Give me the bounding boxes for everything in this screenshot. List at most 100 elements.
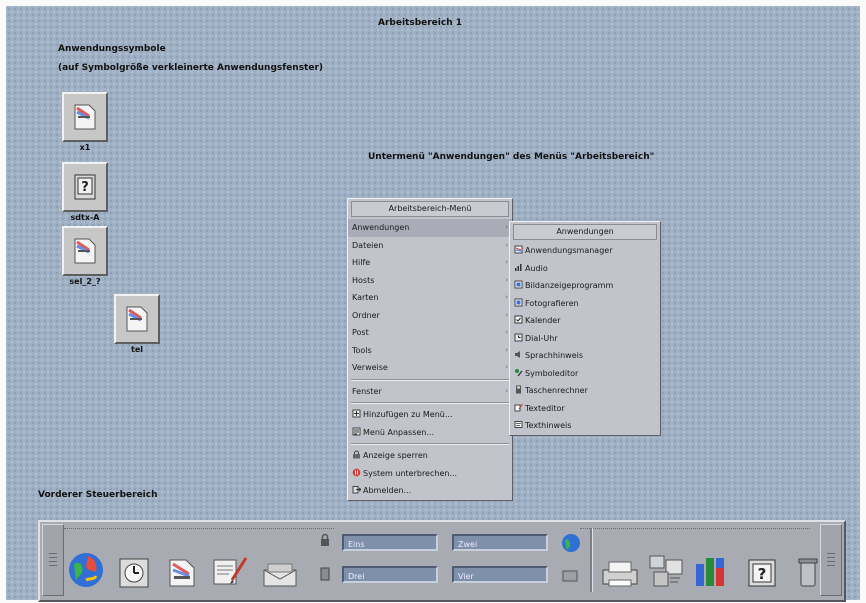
applications-menu-item[interactable]: Taschenrechner	[510, 382, 660, 400]
submenu-arrow-icon: ›	[505, 223, 508, 231]
panel-trash-small[interactable]	[562, 568, 578, 587]
workspace-menu-item-label: Hilfe	[352, 258, 371, 267]
lock-screen-icon	[352, 450, 363, 460]
workspace-menu-item[interactable]: Verweise ›	[348, 359, 512, 377]
panel-mailer[interactable]	[256, 534, 304, 590]
submenu-arrow-icon: ›	[505, 240, 508, 249]
applications-menu-item[interactable]: Anwendungsmanager	[510, 242, 660, 260]
workspace-menu-item[interactable]: Tools ›	[348, 342, 512, 360]
applications-menu-item[interactable]: Bildanzeigeprogramm	[510, 277, 660, 295]
workspace-menu-item[interactable]: Hilfe ›	[348, 254, 512, 272]
submenu-arrow-icon: ›	[505, 293, 508, 301]
applications-menu-item[interactable]: Kalender	[510, 312, 660, 330]
icons-subheading: (auf Symbolgröße verkleinerte Anwendungs…	[58, 63, 324, 73]
workspace-menu-item[interactable]: Dateien ›	[348, 237, 512, 255]
workspace-button-3[interactable]: Drei	[342, 566, 438, 583]
svg-text:?: ?	[758, 565, 767, 583]
submenu-arrow-icon: ›	[505, 310, 508, 319]
panel-text-editor[interactable]	[206, 534, 254, 590]
submenu-arrow-icon: ›	[505, 363, 508, 371]
applications-menu-item-label: Sprachhinweis	[525, 351, 584, 360]
applications-menu-item-label: Bildanzeigeprogramm	[525, 281, 614, 290]
text-editor-icon	[213, 557, 248, 585]
panel-help[interactable]: ?	[738, 534, 786, 590]
panel-exit-button[interactable]	[320, 566, 330, 581]
panel-divider	[590, 528, 593, 592]
applications-submenu-title: Anwendungen	[513, 224, 657, 240]
workspace-menu-item-label: Abmelden...	[363, 486, 412, 495]
busy-globe-icon	[562, 534, 580, 552]
workspace-menu-item[interactable]: Menü Anpassen...	[348, 424, 512, 442]
applications-menu-item[interactable]: Texteditor	[510, 400, 660, 418]
workspace-menu-item[interactable]: Post ›	[348, 324, 512, 342]
desktop-icon-label: sel_2_?	[69, 277, 101, 286]
mailer-icon	[263, 563, 297, 587]
printer-icon	[602, 561, 638, 587]
menu-separator	[351, 443, 509, 445]
trash-icon	[798, 558, 818, 587]
workspace-menu-item[interactable]: Hinzufügen zu Menü...	[348, 406, 512, 424]
workspace-button-2[interactable]: Zwei	[452, 534, 548, 551]
desktop-icon-x1[interactable]: x1	[60, 92, 110, 152]
workspace-menu-item-label: Dateien	[352, 240, 384, 250]
panel-file-manager[interactable]	[158, 534, 206, 590]
applications-menu-item-label: Symboleditor	[525, 368, 579, 378]
workspace-button-4[interactable]: Vier	[452, 566, 548, 583]
applications-menu-item[interactable]: Dial-Uhr	[510, 330, 660, 348]
workspace-menu-item[interactable]: System unterbrechen...	[348, 465, 512, 483]
workspace-menu-item[interactable]: Karten ›	[348, 289, 512, 307]
workspace-menu-item[interactable]: Fenster ›	[348, 383, 512, 401]
panel-globe[interactable]	[62, 534, 110, 590]
panel-performance-meter[interactable]	[688, 534, 736, 590]
voice-note-icon	[514, 351, 525, 360]
applications-submenu: Anwendungen Anwendungsmanager Audio Bildan…	[509, 221, 661, 436]
panel-printer[interactable]	[596, 534, 644, 590]
clock-icon	[119, 558, 149, 588]
panel-style-manager[interactable]	[642, 534, 690, 590]
workspace-menu-item-label: Post	[352, 328, 369, 337]
logout-icon	[352, 486, 363, 495]
applications-menu-item[interactable]: Audio	[510, 260, 660, 278]
workspace-button-1[interactable]: Eins	[342, 534, 438, 551]
svg-text:?: ?	[81, 180, 89, 195]
panel-clock[interactable]	[110, 534, 158, 590]
applications-menu-item-label: Fotografieren	[525, 298, 579, 308]
panel-lock-button[interactable]	[320, 532, 330, 546]
submenu-caption: Untermenü "Anwendungen" des Menüs "Arbei…	[368, 152, 655, 162]
workspace-menu-item[interactable]: Anzeige sperren	[348, 447, 512, 465]
panel-caption: Vorderer Steuerbereich	[38, 490, 158, 500]
panel-move-handle-left[interactable]	[42, 524, 64, 596]
workspace-menu-item-label: Anwendungen	[352, 223, 410, 232]
front-panel: Eins Zwei Drei Vier ?	[38, 520, 846, 602]
workspace-menu-item-label: Hosts	[352, 275, 375, 285]
applications-menu-item[interactable]: Texthinweis	[510, 417, 660, 435]
workspace-title: Arbeitsbereich 1	[378, 18, 463, 28]
style-manager-icon	[649, 555, 683, 587]
applications-menu-item-label: Taschenrechner	[525, 386, 588, 395]
applications-menu-item[interactable]: Fotografieren	[510, 295, 660, 313]
workspace-menu-item[interactable]: Ordner ›	[348, 307, 512, 325]
desktop-background[interactable]: Arbeitsbereich 1 Anwendungssymbole (auf …	[6, 6, 860, 602]
workspace-menu-item[interactable]: Abmelden...	[348, 482, 512, 500]
applications-menu-item-label: Kalender	[525, 316, 561, 325]
applications-menu-item-label: Audio	[525, 263, 548, 273]
help-viewer-icon: ?	[62, 162, 108, 212]
desktop-icon-sel2[interactable]: sel_2_?	[60, 226, 110, 286]
workspace-menu-item[interactable]: Hosts ›	[348, 272, 512, 290]
workspace-menu-item-label: Anzeige sperren	[363, 451, 428, 460]
applications-menu-item[interactable]: Symboleditor	[510, 365, 660, 383]
subpanel-rail	[580, 528, 810, 529]
application-window-icon	[62, 226, 108, 276]
applications-menu-item[interactable]: Sprachhinweis	[510, 347, 660, 365]
applications-menu-item-label: Texteditor	[525, 403, 565, 413]
desktop-icon-tel[interactable]: tel	[112, 294, 162, 354]
calculator-icon	[514, 385, 525, 395]
workspace-menu-item-label: Menü Anpassen...	[363, 427, 434, 437]
panel-trash[interactable]	[784, 534, 832, 590]
applications-menu-item-label: Anwendungsmanager	[525, 246, 613, 255]
submenu-arrow-icon: ›	[505, 275, 508, 284]
submenu-arrow-icon: ›	[505, 258, 508, 266]
desktop-icon-sdtx[interactable]: ? sdtx-A	[60, 162, 110, 222]
workspace-menu-item[interactable]: Anwendungen ›	[348, 219, 512, 237]
desktop-icon-label: sdtx-A	[70, 213, 100, 222]
